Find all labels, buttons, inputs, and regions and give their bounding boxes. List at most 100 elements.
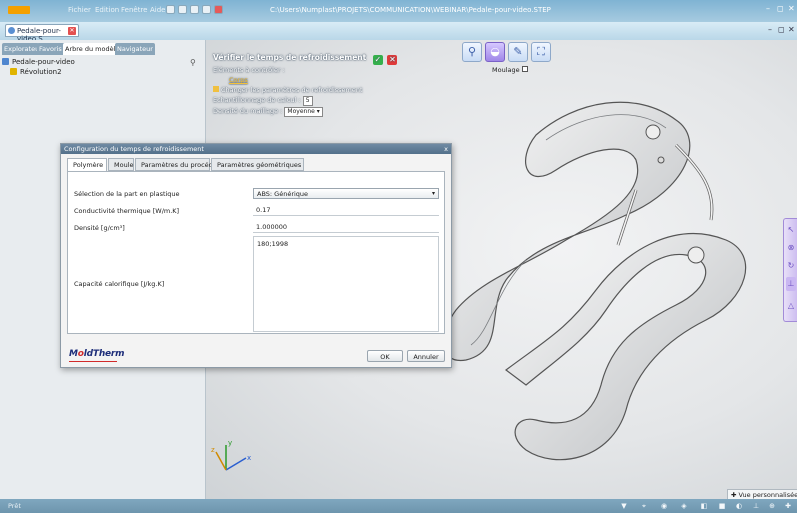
moldtherm-logo: MoldTherm: [69, 349, 125, 359]
doc-close-button[interactable]: ✕: [788, 25, 795, 34]
cooling-config-dialog: Configuration du temps de refroidissemen…: [60, 143, 452, 368]
tab-geometric-params[interactable]: Paramètres géométriques: [211, 158, 304, 171]
tab-mold[interactable]: Moule: [108, 158, 134, 171]
cancel-button[interactable]: Annuler: [407, 350, 445, 362]
mold-button[interactable]: ◒: [485, 42, 505, 62]
quick-new-icon[interactable]: [166, 5, 175, 14]
settings-icon: [213, 86, 219, 92]
add-icon[interactable]: ✚: [784, 502, 792, 510]
plus-icon: ✚: [731, 491, 739, 499]
render-icon[interactable]: ■: [718, 502, 726, 510]
quick-undo-icon[interactable]: [202, 5, 211, 14]
sampling-label: Echantillonnage de calcul :: [213, 96, 301, 104]
tree-node-root[interactable]: Pedale-pour-video: [2, 57, 75, 67]
view-icon[interactable]: ◉: [660, 502, 668, 510]
confirm-icon[interactable]: ✓: [372, 55, 383, 65]
status-text: Prêt: [8, 502, 21, 510]
edit-button[interactable]: ✎: [508, 42, 528, 62]
tab-navigator[interactable]: Navigateur: [115, 43, 155, 55]
change-params-label: Changer les paramètres de refroidissemen…: [221, 86, 363, 94]
tab-polymer[interactable]: Polymère: [67, 158, 107, 172]
measure-icon[interactable]: ⊥: [752, 502, 760, 510]
verify-title: Vérifier le temps de refroidissement: [213, 53, 367, 62]
density-label: Densité [g/cm³]: [74, 224, 125, 232]
view-mode-text: Vue personnalisée: [738, 491, 797, 499]
document-tab-bar: Pedale-pour-video.S... ✕ – ◻ ✕: [0, 22, 797, 43]
plastic-select[interactable]: ABS: Générique ▾: [253, 188, 439, 199]
document-tab[interactable]: Pedale-pour-video.S... ✕: [5, 24, 79, 43]
maximize-button[interactable]: ◻: [777, 4, 784, 13]
revolution-icon: [10, 68, 17, 75]
document-icon: [8, 27, 15, 34]
pin-icon[interactable]: ⊥: [786, 277, 796, 291]
cursor-icon[interactable]: ↖: [786, 223, 796, 237]
quick-open-icon[interactable]: [178, 5, 187, 14]
minimize-button[interactable]: –: [766, 4, 770, 13]
mold-icon: ◒: [490, 45, 500, 58]
filter-icon[interactable]: ▼: [620, 502, 628, 510]
tab-model-tree[interactable]: Arbre du modèle: [63, 43, 119, 55]
part-icon: [2, 58, 9, 65]
refresh-icon[interactable]: ↻: [786, 259, 796, 273]
model-tree: Pedale-pour-video Révolution2: [2, 57, 83, 77]
menu-file[interactable]: Fichier: [68, 6, 91, 14]
axis-x-label: x: [247, 454, 251, 462]
grid-icon: ⛶: [537, 45, 545, 58]
light-icon[interactable]: ◐: [735, 502, 743, 510]
tab-explorer[interactable]: Explorateur: [2, 43, 42, 55]
magnify-icon: ⚲: [467, 45, 477, 58]
display-icon[interactable]: ◈: [680, 502, 688, 510]
doc-minimize-button[interactable]: –: [768, 25, 772, 34]
ok-button[interactable]: OK: [367, 350, 403, 362]
tab-favorites[interactable]: Favoris: [37, 43, 65, 55]
density-input[interactable]: 1.000000: [253, 222, 439, 233]
quick-save-icon[interactable]: [190, 5, 199, 14]
dialog-title: Configuration du temps de refroidissemen…: [64, 145, 204, 153]
status-bar: Prêt ▼ ⌖ ◉ ◈ ◧ ■ ◐ ⊥ ⊕ ✚: [0, 499, 797, 513]
menu-window[interactable]: Fenêtre: [121, 6, 147, 14]
tab-process-params[interactable]: Paramètres du procédé: [135, 158, 217, 171]
plastic-select-value: ABS: Générique: [257, 190, 309, 198]
snap-icon[interactable]: ⌖: [640, 502, 648, 510]
plastic-label: Sélection de la part en plastique: [74, 190, 180, 198]
mold-checkbox[interactable]: [522, 66, 528, 72]
magnify-button[interactable]: ⚲: [462, 42, 482, 62]
grid-toggle-icon[interactable]: ⊕: [768, 502, 776, 510]
corps-link[interactable]: Corps: [229, 76, 248, 84]
grid-button[interactable]: ⛶: [531, 42, 551, 62]
heat-capacity-input[interactable]: 180;1998: [253, 236, 439, 332]
mesh-density-value: Moyenne: [287, 108, 315, 115]
cancel-icon[interactable]: ✕: [387, 55, 398, 65]
chevron-down-icon: ▾: [431, 190, 435, 197]
title-bar: Fichier Edition Fenêtre Aide C:\Users\Nu…: [0, 0, 797, 22]
circle-target-icon[interactable]: ⊗: [786, 241, 796, 255]
sampling-input[interactable]: 5: [302, 96, 313, 106]
mold-toolbar: ⚲ ◒ ✎ ⛶ Moulage: [462, 40, 554, 74]
doc-maximize-button[interactable]: ◻: [778, 25, 785, 34]
right-tool-strip: ↖ ⊗ ↻ ⊥ △: [783, 218, 797, 322]
tree-node-label: Pedale-pour-video: [12, 58, 75, 66]
shape-icon[interactable]: △: [786, 299, 796, 313]
mesh-density-label: Densité du maillage :: [213, 107, 283, 115]
dialog-close-button[interactable]: x: [444, 144, 448, 154]
edit-icon: ✎: [513, 45, 523, 58]
close-window-button[interactable]: ✕: [788, 4, 795, 13]
heat-capacity-label: Capacité calorifique [J/kg.K]: [74, 280, 165, 288]
verify-cooling-panel: Vérifier le temps de refroidissement ✓ ✕…: [213, 53, 398, 117]
section-icon[interactable]: ◧: [700, 502, 708, 510]
close-icon[interactable]: ✕: [68, 27, 76, 35]
dialog-title-bar[interactable]: Configuration du temps de refroidissemen…: [61, 144, 451, 154]
file-path: C:\Users\Numplast\PROJETS\COMMUNICATION\…: [270, 6, 551, 14]
change-params-link[interactable]: Changer les paramètres de refroidissemen…: [213, 85, 397, 95]
tree-node-revolution[interactable]: Révolution2: [10, 67, 83, 77]
mesh-density-select[interactable]: Moyenne ▾: [284, 107, 323, 117]
menu-help[interactable]: Aide: [150, 6, 165, 14]
axis-y-label: y: [228, 439, 232, 447]
tree-node-label: Révolution2: [20, 68, 62, 76]
quick-close-icon[interactable]: [214, 5, 223, 14]
menu-edit[interactable]: Edition: [95, 6, 119, 14]
dialog-body: Sélection de la part en plastique ABS: G…: [67, 171, 445, 334]
conductivity-input[interactable]: 0.17: [253, 205, 439, 216]
search-icon[interactable]: ⚲: [190, 58, 196, 67]
axis-z-label: z: [211, 446, 215, 454]
